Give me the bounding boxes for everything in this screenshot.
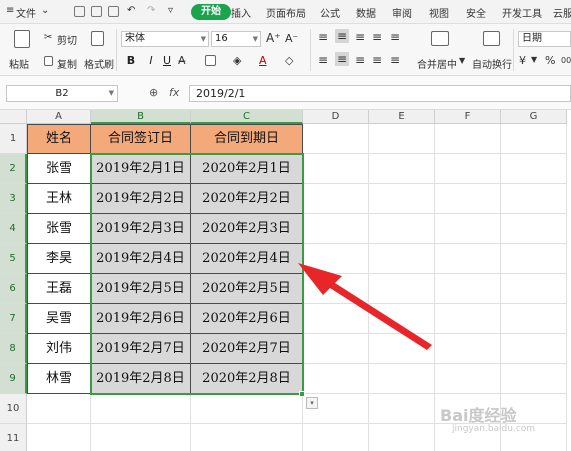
arrow-shape bbox=[298, 263, 432, 350]
annotation-arrow bbox=[298, 263, 432, 350]
spreadsheet-app: ≡ 文件 ⌄ ↶ ↷ ▿ 开始 插入 页面布局 公式 数据 审阅 视图 安全 开… bbox=[0, 0, 571, 451]
